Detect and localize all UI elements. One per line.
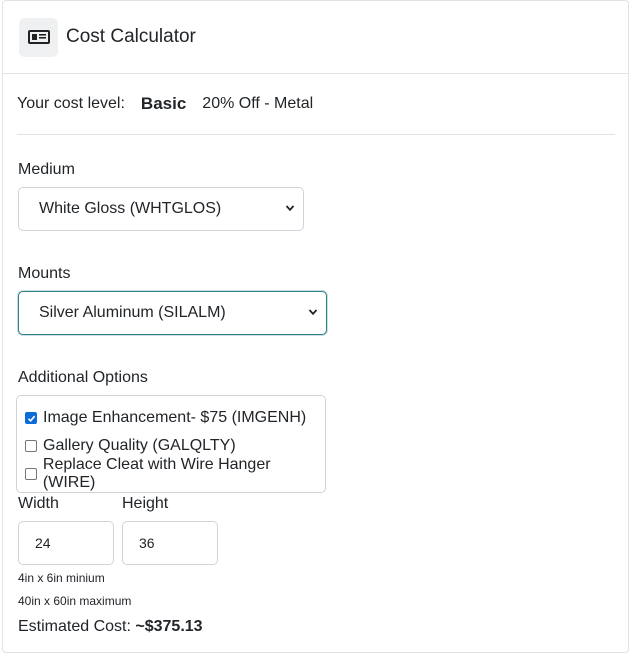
card-icon [19, 17, 58, 57]
checkbox[interactable] [25, 468, 37, 480]
option-label: Gallery Quality (GALQLTY) [43, 437, 236, 454]
height-value: 36 [139, 535, 155, 551]
height-input[interactable]: 36 [122, 521, 218, 565]
additional-options-box: Image Enhancement- $75 (IMGENH) Gallery … [16, 395, 326, 493]
additional-options-label: Additional Options [18, 369, 148, 386]
cost-level-label: Your cost level: [17, 95, 125, 112]
width-input[interactable]: 24 [18, 521, 114, 565]
max-size-note: 40in x 60in maximum [18, 594, 132, 608]
estimated-cost: Estimated Cost: ~$375.13 [18, 618, 203, 636]
mounts-selected-value: Silver Aluminum (SILALM) [39, 304, 226, 321]
checkbox[interactable] [25, 440, 37, 452]
height-label: Height [122, 495, 169, 512]
checkmark-icon [27, 415, 35, 422]
medium-select[interactable]: White Gloss (WHTGLOS) [18, 187, 304, 231]
discount-text: 20% Off - Metal [202, 95, 314, 112]
estimated-cost-value: ~$375.13 [135, 618, 203, 635]
medium-selected-value: White Gloss (WHTGLOS) [39, 200, 222, 217]
mounts-select[interactable]: Silver Aluminum (SILALM) [18, 291, 327, 335]
estimated-cost-label: Estimated Cost: [18, 618, 131, 635]
checkbox-checked[interactable] [25, 412, 37, 424]
medium-label: Medium [18, 161, 75, 178]
width-label: Width [18, 495, 59, 512]
cost-level-row: Your cost level: Basic 20% Off - Metal [17, 74, 615, 135]
option-wire-hanger[interactable]: Replace Cleat with Wire Hanger (WIRE) [17, 456, 325, 491]
card-header: Cost Calculator [3, 1, 628, 74]
min-size-note: 4in x 6in minium [18, 571, 105, 585]
option-image-enhancement[interactable]: Image Enhancement- $75 (IMGENH) [17, 404, 325, 432]
mounts-label: Mounts [18, 265, 71, 282]
cost-level-value: Basic [140, 94, 187, 113]
width-value: 24 [35, 535, 51, 551]
option-label: Image Enhancement- $75 (IMGENH) [43, 409, 307, 426]
chevron-down-icon [308, 309, 318, 316]
option-label: Replace Cleat with Wire Hanger (WIRE) [42, 456, 271, 491]
page-title: Cost Calculator [66, 26, 196, 47]
chevron-down-icon [285, 205, 295, 212]
